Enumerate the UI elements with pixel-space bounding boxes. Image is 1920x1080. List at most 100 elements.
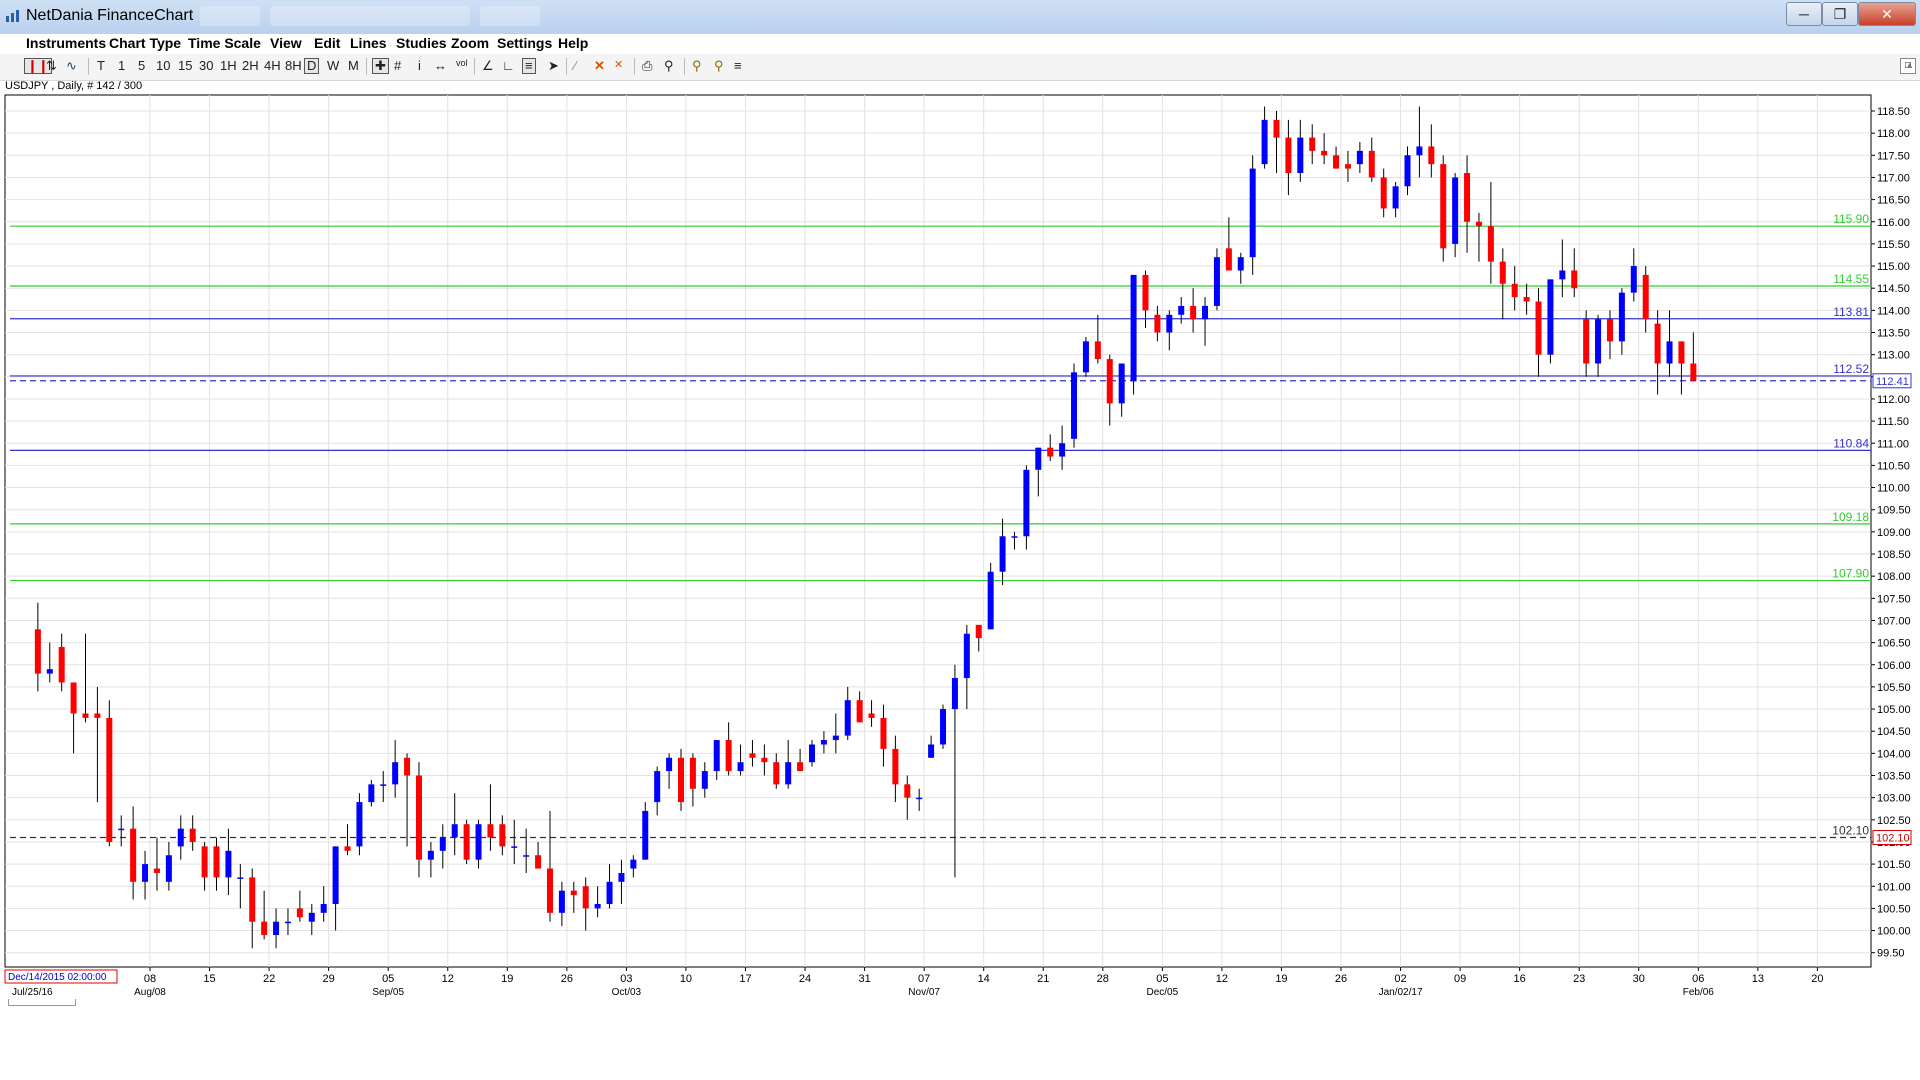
menu-zoom[interactable]: Zoom xyxy=(451,35,489,51)
candle-down xyxy=(535,855,542,869)
candle-down xyxy=(749,753,756,758)
price-chart[interactable]: 115.90 114.55 113.81 112.52 110.84 109.18 107.… xyxy=(0,80,1920,1000)
volume-icon[interactable]: vol xyxy=(456,58,468,68)
ray-icon[interactable]: ∟ xyxy=(502,58,515,73)
candle-down xyxy=(106,717,113,842)
toolbar: ❙❙ ⇅ ∿ T 1 5 10 15 30 1H 2H 4H 8H D W M … xyxy=(0,54,1920,81)
zoom-in-icon[interactable]: ⚲ xyxy=(692,58,702,74)
bottom-tab[interactable] xyxy=(8,999,76,1006)
fit-icon[interactable]: ≡ xyxy=(734,58,742,73)
x-tick-label: 22 xyxy=(263,973,275,985)
menu-chart-type[interactable]: Chart Type xyxy=(109,35,181,51)
period-4h[interactable]: 4H xyxy=(264,58,281,73)
candle-up xyxy=(1166,314,1173,333)
candle-up xyxy=(1416,146,1423,156)
y-tick-label: 118.50 xyxy=(1877,106,1910,118)
x-tick-label: 17 xyxy=(739,973,751,985)
line-chart-icon[interactable]: ∿ xyxy=(66,58,77,74)
level-line-label: 107.90 xyxy=(1832,567,1869,581)
candle-down xyxy=(868,713,875,718)
period-8h[interactable]: 8H xyxy=(285,58,302,73)
menu-lines[interactable]: Lines xyxy=(350,35,387,51)
menu-instruments[interactable]: Instruments xyxy=(26,35,106,51)
candle-down xyxy=(1142,274,1149,311)
zoom-out-icon[interactable]: ⚲ xyxy=(714,58,724,74)
y-tick-label: 108.50 xyxy=(1877,549,1911,561)
y-tick-label: 114.00 xyxy=(1877,305,1910,317)
candle-up xyxy=(820,740,827,745)
candle-up xyxy=(713,740,720,772)
candle-up xyxy=(594,903,601,909)
candle-up xyxy=(1082,341,1089,373)
period-weekly[interactable]: W xyxy=(327,58,339,73)
menu-view[interactable]: View xyxy=(270,35,302,51)
period-30min[interactable]: 30 xyxy=(199,58,213,73)
y-tick-label: 110.50 xyxy=(1877,460,1910,472)
x-start-date-label: Jul/25/16 xyxy=(12,987,53,998)
candle-down xyxy=(1190,305,1197,320)
x-tick-month-label: Dec/05 xyxy=(1147,987,1179,998)
cursor-icon[interactable]: ➤ xyxy=(548,58,559,74)
candle-up xyxy=(118,828,125,831)
candle-up xyxy=(558,890,565,913)
candle-up xyxy=(523,855,530,857)
candle-down xyxy=(34,629,41,674)
candle-up xyxy=(1011,536,1018,538)
menu-help[interactable]: Help xyxy=(558,35,588,51)
x-tick-label: 06 xyxy=(1692,973,1704,985)
period-monthly[interactable]: M xyxy=(348,58,359,73)
period-15min[interactable]: 15 xyxy=(178,58,192,73)
info-icon[interactable]: i xyxy=(418,58,421,73)
candle-down xyxy=(82,713,89,718)
minimize-button[interactable]: ─ xyxy=(1786,2,1822,26)
candle-up xyxy=(606,881,613,904)
candle-up xyxy=(177,828,184,847)
delete-all-icon[interactable]: ✕ xyxy=(614,58,623,71)
menu-settings[interactable]: Settings xyxy=(497,35,552,51)
y-tick-label: 117.50 xyxy=(1877,150,1910,162)
menu-studies[interactable]: Studies xyxy=(396,35,447,51)
period-1h[interactable]: 1H xyxy=(220,58,237,73)
background-tab xyxy=(480,6,540,26)
print-preview-icon[interactable]: ⚲ xyxy=(664,58,674,74)
candle-down xyxy=(880,717,887,749)
candle-down xyxy=(1106,359,1113,404)
candle-down xyxy=(463,824,470,860)
maximize-button[interactable]: ❐ xyxy=(1822,2,1858,26)
period-5min[interactable]: 5 xyxy=(138,58,145,73)
y-tick-label: 115.00 xyxy=(1877,261,1910,273)
x-tick-label: 13 xyxy=(1752,973,1764,985)
candle-down xyxy=(1571,270,1578,289)
menu-edit[interactable]: Edit xyxy=(314,35,340,51)
print-icon[interactable]: ⎙ xyxy=(642,58,652,74)
candle-up xyxy=(427,850,434,860)
candle-up xyxy=(1404,155,1411,187)
delete-icon[interactable]: ✕ xyxy=(594,58,605,74)
grid-icon[interactable]: # xyxy=(394,58,401,73)
candlestick-icon[interactable]: ⇅ xyxy=(46,58,57,74)
period-1min[interactable]: 1 xyxy=(118,58,125,73)
period-2h[interactable]: 2H xyxy=(242,58,259,73)
scroll-arrow-icon[interactable]: ▲ xyxy=(1905,60,1914,70)
draw-line-icon[interactable]: ∕ xyxy=(574,58,576,73)
candle-up xyxy=(999,536,1006,572)
fib-icon[interactable]: ≡ xyxy=(522,58,536,74)
period-tick[interactable]: T xyxy=(97,58,105,73)
period-daily[interactable]: D xyxy=(304,58,320,74)
candle-up xyxy=(237,877,244,879)
close-button[interactable]: ✕ xyxy=(1858,2,1916,26)
candle-down xyxy=(296,908,303,918)
candle-up xyxy=(451,824,458,838)
trendline-icon[interactable]: ∠ xyxy=(482,58,494,74)
y-tick-label: 103.50 xyxy=(1877,771,1911,783)
x-tick-label: 12 xyxy=(1216,973,1228,985)
x-tick-label: 19 xyxy=(501,973,513,985)
y-tick-label: 101.50 xyxy=(1877,859,1911,871)
pan-icon[interactable]: ↔ xyxy=(434,58,447,73)
crosshair-icon[interactable]: ✚ xyxy=(372,58,389,74)
candle-down xyxy=(725,740,732,772)
candle-down xyxy=(58,647,65,683)
menu-time-scale[interactable]: Time Scale xyxy=(188,35,261,51)
period-10min[interactable]: 10 xyxy=(156,58,170,73)
candle-up xyxy=(809,744,816,763)
